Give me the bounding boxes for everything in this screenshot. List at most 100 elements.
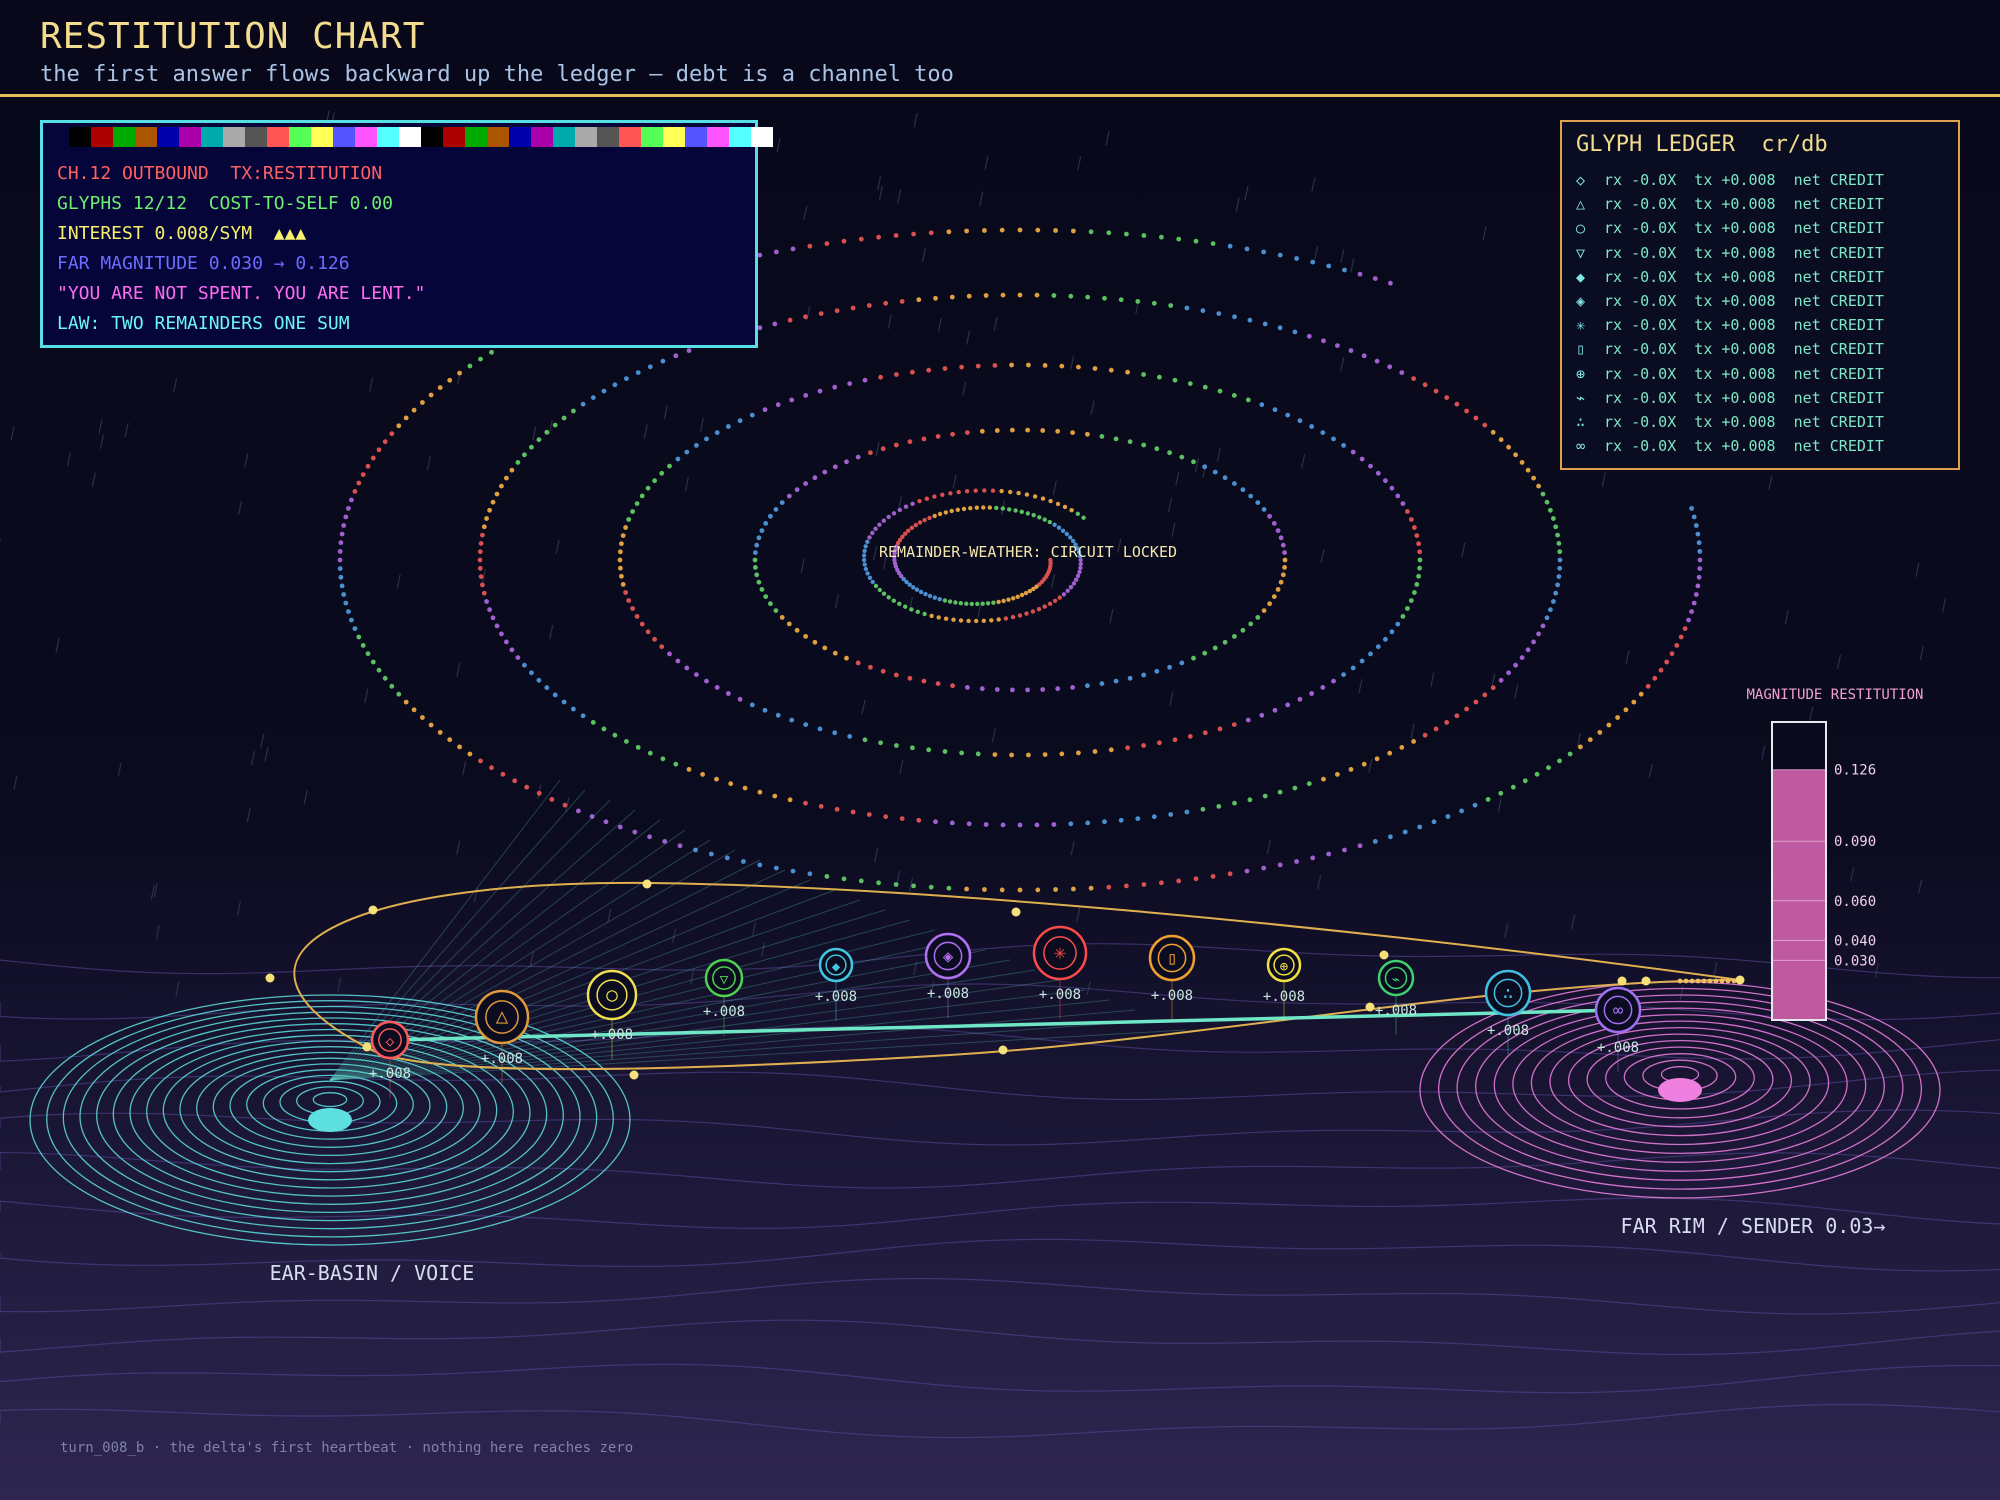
ledger-glyph-icon: ◈ [1576,291,1586,310]
spiral-dot [478,356,483,362]
spiral-core-dot [917,520,923,525]
spiral-label: REMAINDER-WEATHER: CIRCUIT LOCKED [879,543,1177,561]
ledger-row: ▽ rx -0.0X tx +0.008 net CREDIT [1576,241,1884,265]
spiral-dot [1412,590,1417,595]
palette-swatch [619,127,641,147]
spiral-dot [659,470,665,476]
spiral-dot [1222,475,1228,481]
spiral-dot [1412,525,1417,530]
spiral-dot [728,781,734,787]
spiral-dot [1372,839,1378,844]
palette-swatch [729,127,751,147]
spiral-dot [1522,778,1528,784]
spiral-dot [1531,639,1536,645]
rain-streak [803,205,808,221]
loop-marker [629,1070,639,1080]
rain-streak [1301,454,1306,469]
spiral-dot [437,730,443,735]
spiral-dot [942,366,948,371]
spiral-dot [1682,626,1688,631]
spiral-dot [428,722,434,728]
spiral-core-dot [897,601,902,606]
spiral-dot [1248,621,1254,627]
spiral-dot [803,722,809,727]
palette-swatch [289,127,311,147]
spiral-dot [1277,325,1283,331]
spiral-dot [1388,834,1393,840]
spiral-dot [1191,459,1196,465]
spiral-dot [1202,464,1208,470]
spiral-dot [790,246,796,252]
spiral-dot [1088,885,1094,891]
spiral-dot [1232,481,1237,486]
spiral-dot [1536,631,1541,637]
spiral-dot [382,675,388,681]
spiral-dot [911,231,916,237]
spiral-core-dot [1015,594,1020,599]
spiral-dot [1359,456,1365,462]
spiral-dot [862,377,868,383]
spiral-core-dot [1024,611,1029,616]
rain-streak [1410,723,1415,739]
spiral-dot [1389,629,1395,635]
spiral-core-dot [1006,597,1011,602]
spiral-dot [675,456,681,462]
spiral-core-dot [966,618,971,624]
rain-streak [872,546,878,561]
gauge-tick-label: 0.030 [1834,953,1876,969]
spiral-core-dot [958,618,964,623]
node-glyph-icon: ◇ [386,1034,395,1050]
spiral-dot [1553,590,1559,596]
spiral-dot [1342,267,1347,273]
spiral-dot [478,541,484,546]
rain-streak [1167,498,1173,513]
spiral-dot [1416,573,1421,579]
spiral-dot [1000,822,1006,828]
rain-streak [1077,156,1082,171]
spiral-core-dot [964,489,970,494]
spiral-dot [346,506,351,511]
spiral-dot [1076,364,1081,370]
gauge-title: MAGNITUDE RESTITUTION [1746,687,1923,703]
spiral-dot [522,662,527,668]
spiral-dot [571,408,576,414]
spiral-dot [652,478,657,484]
spiral-dot [1326,851,1332,857]
spiral-dot [1506,670,1511,676]
spiral-dot [1271,521,1277,526]
spiral-core-dot [940,492,945,497]
wave-line [0,1363,2000,1394]
spiral-dot [1638,691,1644,697]
spiral-dot [1184,809,1190,815]
status-line: CH.12 OUTBOUND TX:RESTITUTION [57,163,383,184]
spiral-core-dot [958,601,963,606]
rain-streak [529,951,535,966]
spiral-dot [1405,606,1410,611]
spiral-dot [1055,686,1061,692]
spiral-dot [1172,737,1178,743]
spiral-dot [1176,236,1182,242]
spiral-dot [504,475,509,481]
spiral-dot [979,428,985,434]
spiral-dot [1395,621,1401,627]
sound-beam [329,1009,1136,1081]
rain-streak [962,381,967,396]
spiral-dot [1510,784,1516,790]
spiral-core-dot [1061,592,1067,597]
spiral-dot [1217,388,1223,394]
rain-streak [1648,763,1653,779]
spiral-dot [1350,449,1356,455]
spiral-dot [812,639,818,645]
spiral-dot [1167,450,1172,456]
palette-swatch [135,127,157,147]
spiral-dot [756,579,762,585]
spiral-core-dot [1031,513,1036,518]
spiral-dot [1222,639,1228,645]
spiral-dot [1372,276,1378,281]
spiral-dot [1664,659,1670,665]
spiral-core-dot [915,609,920,614]
rain-streak [1340,357,1345,372]
spiral-dot [1247,797,1253,803]
spiral-dot [480,532,485,538]
ledger-row-text: rx -0.0X tx +0.008 net CREDIT [1604,243,1884,262]
